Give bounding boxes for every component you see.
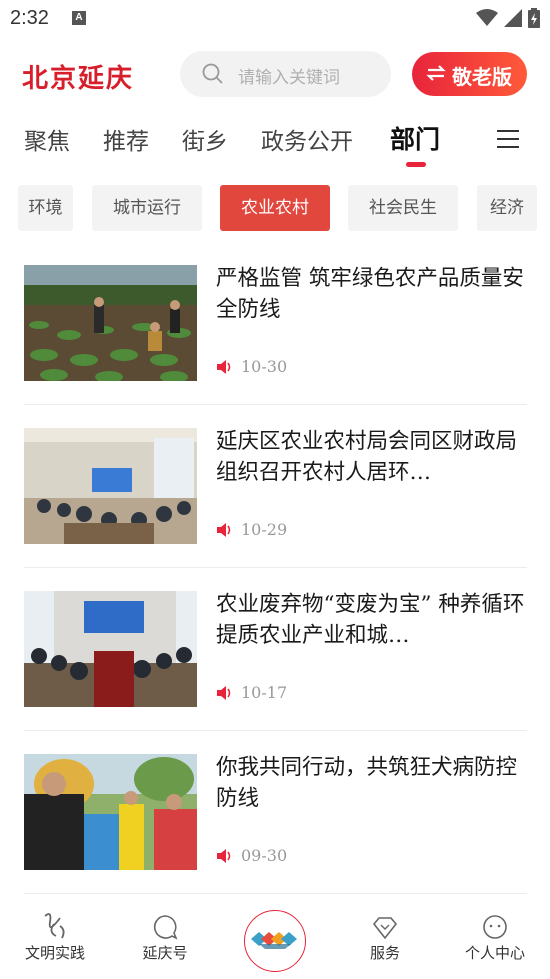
elder-mode-button[interactable]: 敬老版 [412, 52, 527, 96]
news-item[interactable]: 你我共同行动，共筑狂犬病防控防线 09-30 [24, 754, 527, 917]
status-bar: 2:32 A [0, 0, 550, 38]
diamond-icon [372, 917, 398, 940]
divider [24, 893, 527, 894]
news-title: 你我共同行动，共筑狂犬病防控防线 [216, 755, 518, 811]
nav-label: 服务 [369, 944, 400, 962]
nav-label: 延庆号 [142, 944, 188, 962]
chip-livelihood[interactable]: 社会民生 [348, 185, 458, 231]
news-date: 10-29 [241, 520, 288, 539]
news-title: 延庆区农业农村局会同区财政局组织召开农村人居环… [216, 429, 518, 485]
news-date: 10-17 [241, 683, 288, 702]
chip-agriculture[interactable]: 农业农村 [220, 185, 330, 231]
nav-service[interactable]: 服务 [340, 900, 430, 963]
elder-mode-label: 敬老版 [452, 65, 512, 89]
signal-icon [504, 9, 522, 27]
app-logo: 北京延庆 [22, 64, 135, 94]
speaker-icon [217, 685, 231, 700]
speaker-icon [217, 848, 231, 863]
tab-recommend[interactable]: 推荐 [103, 122, 149, 156]
news-meta: 09-30 [217, 846, 287, 865]
news-meta: 10-30 [217, 357, 287, 376]
news-thumbnail [24, 265, 197, 381]
home-button[interactable] [244, 910, 306, 972]
channel-tabs: 聚焦 推荐 街乡 政务公开 部门 [0, 118, 550, 168]
news-date: 09-30 [241, 846, 288, 865]
tab-streets[interactable]: 街乡 [182, 122, 228, 156]
search-placeholder: 请输入关键词 [238, 68, 340, 88]
category-chips: 环境 城市运行 农业农村 社会民生 经济 [0, 185, 550, 231]
chip-economy[interactable]: 经济 [477, 185, 537, 231]
chat-bubble-icon [153, 915, 178, 940]
chip-city-operation[interactable]: 城市运行 [92, 185, 202, 231]
speaker-icon [217, 522, 231, 537]
nav-civilization[interactable]: 文明实践 [10, 900, 100, 963]
divider [24, 404, 527, 405]
speaker-icon [217, 359, 231, 374]
notification-a-icon: A [72, 11, 86, 25]
wifi-icon [476, 9, 498, 26]
nav-profile[interactable]: 个人中心 [450, 900, 540, 963]
nav-label: 个人中心 [464, 944, 525, 962]
news-meta: 10-17 [217, 683, 287, 702]
active-tab-indicator [406, 162, 426, 167]
search-icon [202, 63, 223, 84]
news-item[interactable]: 严格监管 筑牢绿色农产品质量安全防线 10-30 [24, 265, 527, 428]
search-input[interactable]: 请输入关键词 [180, 51, 391, 97]
divider [24, 730, 527, 731]
chip-environment[interactable]: 环境 [18, 185, 73, 231]
divider [24, 567, 527, 568]
status-time: 2:32 [10, 7, 49, 29]
news-item[interactable]: 农业废弃物“变废为宝” 种养循环提质农业产业和城… 10-17 [24, 591, 527, 754]
tab-focus[interactable]: 聚焦 [24, 122, 70, 156]
news-thumbnail [24, 754, 197, 870]
menu-icon[interactable] [497, 130, 519, 154]
tab-departments[interactable]: 部门 [390, 120, 440, 156]
news-date: 10-30 [241, 357, 288, 376]
news-title: 严格监管 筑牢绿色农产品质量安全防线 [216, 266, 524, 322]
news-title: 农业废弃物“变废为宝” 种养循环提质农业产业和城… [216, 592, 525, 648]
news-thumbnail [24, 428, 197, 544]
home-logo-icon [251, 932, 297, 949]
nav-yanqing-hao[interactable]: 延庆号 [120, 900, 210, 963]
news-item[interactable]: 延庆区农业农村局会同区财政局组织召开农村人居环… 10-29 [24, 428, 527, 591]
tab-government[interactable]: 政务公开 [261, 122, 353, 156]
header: 北京延庆 请输入关键词 敬老版 [0, 50, 550, 98]
face-icon [483, 915, 507, 939]
news-thumbnail [24, 591, 197, 707]
switch-arrows-icon [426, 65, 446, 81]
battery-icon [528, 8, 540, 28]
news-meta: 10-29 [217, 520, 287, 539]
bottom-nav: 文明实践 延庆号 服务 个人中心 [0, 900, 550, 979]
calligraphy-icon [44, 913, 65, 939]
nav-label: 文明实践 [24, 944, 85, 962]
